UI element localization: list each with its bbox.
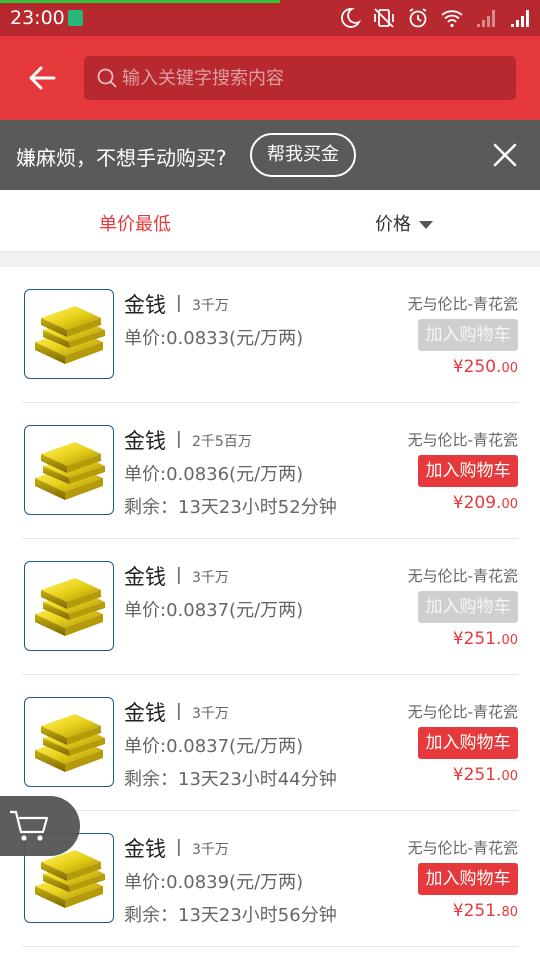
remaining-time: 剩余：13天23小时56分钟	[124, 905, 337, 926]
unit-price: 单价:0.0833(元/万两)	[124, 328, 304, 349]
moon-icon	[341, 8, 362, 28]
status-bar: 23:00	[0, 0, 540, 36]
wifi-icon	[441, 10, 463, 28]
unit-price: 单价:0.0837(元/万两)	[124, 600, 304, 621]
product-name: 金钱	[124, 565, 166, 589]
add-to-cart-button[interactable]: 加入购物车	[418, 455, 518, 487]
remaining-time: 剩余：13天23小时44分钟	[124, 769, 337, 790]
product-thumbnail[interactable]	[24, 425, 114, 515]
search-icon	[97, 68, 117, 88]
sort-price-label: 价格	[375, 214, 411, 235]
sort-bar: 单价最低 价格	[0, 190, 540, 252]
gold-bar-icon	[35, 442, 105, 500]
name-separator: |	[176, 565, 182, 585]
signal-icon	[477, 10, 495, 27]
search-input[interactable]	[122, 56, 502, 100]
shopping-cart-icon	[10, 810, 49, 841]
product-quantity: 3千万	[192, 298, 229, 314]
add-to-cart-button[interactable]: 加入购物车	[418, 319, 518, 351]
sort-price-tab[interactable]: 价格	[375, 210, 433, 236]
name-separator: |	[176, 429, 182, 449]
product-list: 金钱 | 3千万 单价:0.0833(元/万两) 无与伦比-青花瓷 加入购物车 …	[0, 267, 540, 947]
add-to-cart-button[interactable]: 加入购物车	[418, 863, 518, 895]
product-quantity: 3千万	[192, 706, 229, 722]
product-name: 金钱	[124, 429, 166, 453]
list-item[interactable]: 金钱 | 3千万 单价:0.0833(元/万两) 无与伦比-青花瓷 加入购物车 …	[22, 267, 518, 403]
price-cents: 00	[501, 497, 518, 512]
server-name: 无与伦比-青花瓷	[407, 567, 518, 585]
price-cents: 80	[501, 905, 518, 920]
price-main: ¥209.	[452, 493, 502, 513]
product-name: 金钱	[124, 837, 166, 861]
server-name: 无与伦比-青花瓷	[407, 703, 518, 721]
remaining-time: 剩余：13天23小时52分钟	[124, 497, 337, 518]
name-separator: |	[176, 837, 182, 857]
total-price: ¥251.00	[453, 629, 518, 649]
alarm-icon	[409, 8, 427, 28]
product-quantity: 2千5百万	[192, 434, 252, 450]
product-quantity: 3千万	[192, 570, 229, 586]
sort-lowest-unit-price-tab[interactable]: 单价最低	[99, 210, 171, 236]
status-time: 23:00	[10, 7, 65, 29]
product-thumbnail[interactable]	[24, 697, 114, 787]
product-name: 金钱	[124, 293, 166, 317]
name-separator: |	[176, 293, 182, 313]
product-thumbnail[interactable]	[24, 561, 114, 651]
unit-price: 单价:0.0839(元/万两)	[124, 872, 304, 893]
gold-bar-icon	[35, 306, 105, 364]
vibrate-off-icon	[374, 8, 394, 28]
product-quantity: 3千万	[192, 842, 229, 858]
name-separator: |	[176, 701, 182, 721]
server-name: 无与伦比-青花瓷	[407, 431, 518, 449]
list-item[interactable]: 金钱 | 2千5百万 单价:0.0836(元/万两) 剩余：13天23小时52分…	[22, 403, 518, 539]
promo-banner: 嫌麻烦，不想手动购买? 帮我买金	[0, 120, 540, 190]
add-to-cart-button[interactable]: 加入购物车	[418, 727, 518, 759]
list-item[interactable]: 金钱 | 3千万 单价:0.0839(元/万两) 剩余：13天23小时56分钟 …	[22, 811, 518, 947]
caret-down-icon	[419, 221, 433, 229]
server-name: 无与伦比-青花瓷	[407, 295, 518, 313]
price-cents: 00	[501, 633, 518, 648]
add-to-cart-button[interactable]: 加入购物车	[418, 591, 518, 623]
gold-bar-icon	[35, 578, 105, 636]
price-main: ¥251.	[452, 901, 502, 921]
divider-gap	[0, 252, 540, 267]
top-header	[0, 36, 540, 120]
floating-cart-button[interactable]	[0, 796, 80, 856]
price-main: ¥251.	[452, 765, 502, 785]
close-icon[interactable]	[490, 140, 520, 170]
list-item[interactable]: 金钱 | 3千万 单价:0.0837(元/万两) 剩余：13天23小时44分钟 …	[22, 675, 518, 811]
price-cents: 00	[501, 769, 518, 784]
total-price: ¥251.00	[453, 765, 518, 785]
search-bar[interactable]	[84, 56, 516, 100]
price-main: ¥250.	[452, 357, 502, 377]
product-thumbnail[interactable]	[24, 289, 114, 379]
price-main: ¥251.	[452, 629, 502, 649]
page-load-progress	[0, 0, 280, 3]
unit-price: 单价:0.0836(元/万两)	[124, 464, 304, 485]
total-price: ¥251.80	[453, 901, 518, 921]
product-name: 金钱	[124, 701, 166, 725]
back-arrow-icon[interactable]	[26, 62, 58, 94]
help-me-buy-button[interactable]: 帮我买金	[250, 133, 356, 177]
promo-text: 嫌麻烦，不想手动购买?	[16, 146, 227, 170]
shield-icon	[68, 10, 83, 26]
price-cents: 00	[501, 361, 518, 376]
total-price: ¥250.00	[453, 357, 518, 377]
signal-icon	[511, 10, 529, 27]
server-name: 无与伦比-青花瓷	[407, 839, 518, 857]
total-price: ¥209.00	[453, 493, 518, 513]
list-item[interactable]: 金钱 | 3千万 单价:0.0837(元/万两) 无与伦比-青花瓷 加入购物车 …	[22, 539, 518, 675]
unit-price: 单价:0.0837(元/万两)	[124, 736, 304, 757]
gold-bar-icon	[35, 714, 105, 772]
